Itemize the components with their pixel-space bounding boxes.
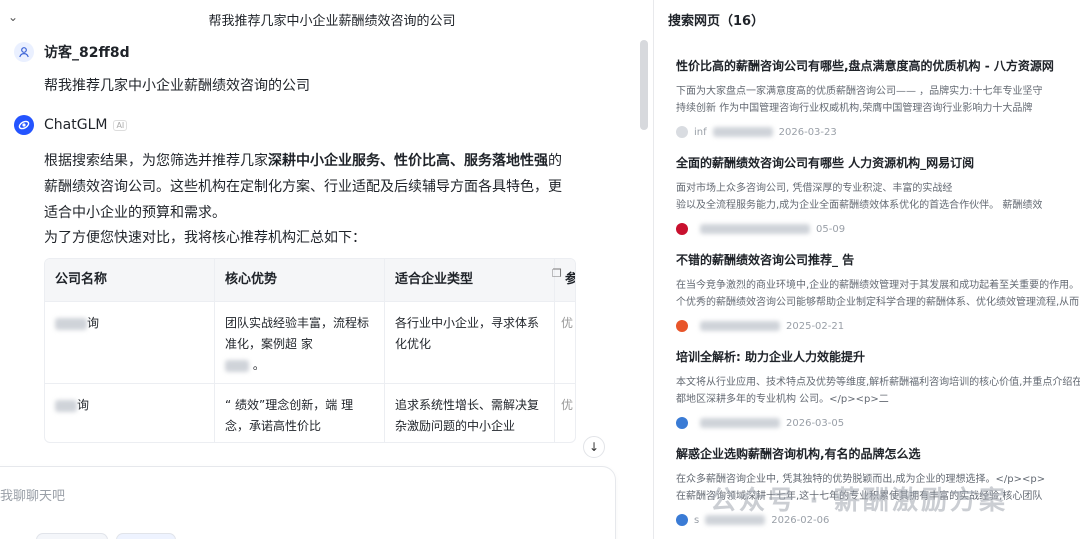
answer-text: 根据搜索结果，为您筛选并推荐几家 (44, 153, 268, 169)
site-favicon-icon (676, 320, 688, 332)
recommendation-table: 公司名称 核心优势 适合企业类型 参 询 团队实战经验丰富，流程标准化，案例超 … (44, 258, 576, 443)
result-date: 05-09 (816, 223, 846, 235)
assistant-message-header: ChatGLM AI (14, 115, 128, 135)
table-row: 询 “ 绩效”理念创新，端 理念，承诺高性价比 追求系统性增长、需解决复杂激励问… (45, 383, 575, 442)
table-row: 询 团队实战经验丰富，流程标准化，案例超 家 。 各行业中小企业，寻求体系化优化… (45, 301, 575, 383)
user-avatar-icon (14, 42, 34, 62)
redacted-text (700, 321, 780, 331)
input-option-chip[interactable] (116, 533, 176, 539)
fit-cell: 追求系统性增长、需解决复杂激励问题的中小企业 (385, 384, 555, 442)
search-result[interactable]: 性价比高的薪酬咨询公司有哪些,盘点满意度高的优质机构 - 八方资源网 下面为大家… (676, 57, 1080, 139)
user-message-header: 访客_82ff8d (14, 42, 130, 62)
chat-scrollbar[interactable] (640, 40, 648, 130)
fit-cell: 各行业中小企业，寻求体系化优化 (385, 302, 555, 383)
result-meta: 05-09 (676, 222, 1080, 236)
result-title[interactable]: 解惑企业选购薪酬咨询机构,有名的品牌怎么选 (676, 445, 1080, 463)
result-title[interactable]: 不错的薪酬绩效咨询公司推荐_ 告 (676, 251, 1080, 269)
site-favicon-icon (676, 126, 688, 138)
redacted-text (712, 127, 773, 137)
result-meta: inf 2026-03-23 (676, 125, 1080, 139)
redacted-text (55, 317, 87, 330)
user-name: 访客_82ff8d (44, 45, 130, 61)
chat-input-placeholder[interactable]: 我聊聊天吧 (0, 485, 65, 504)
result-meta: 2026-03-05 (676, 416, 1080, 430)
result-title[interactable]: 全面的薪酬绩效咨询公司有哪些 人力资源机构_网易订阅 (676, 154, 1080, 172)
column-header: 适合企业类型 (385, 259, 555, 301)
redacted-text (700, 418, 780, 428)
search-result[interactable]: 不错的薪酬绩效咨询公司推荐_ 告 在当今竞争激烈的商业环境中,企业的薪酬绩效管理… (676, 251, 1080, 333)
column-header: 参 (555, 259, 575, 301)
assistant-answer: 根据搜索结果，为您筛选并推荐几家深耕中小企业服务、性价比高、服务落地性强的薪酬绩… (44, 148, 574, 226)
chat-input-box[interactable] (0, 466, 616, 539)
result-snippet: 面对市场上众多咨询公司, 凭借深厚的专业积淀、丰富的实战经 (676, 183, 953, 194)
search-pane: 搜索网页（16） 性价比高的薪酬咨询公司有哪些,盘点满意度高的优质机构 - 八方… (654, 0, 1080, 539)
result-snippet: 持续创新 作为中国管理咨询行业权威机构,荣膺中国管理咨询行业影响力十大品牌 (676, 103, 1033, 114)
redacted-text (700, 224, 810, 234)
result-source: s (694, 514, 700, 526)
user-message: 帮我推荐几家中小企业薪酬绩效咨询的公司 (44, 78, 310, 94)
company-name-cell: 询 (45, 384, 215, 442)
conversation-title: 帮我推荐几家中小企业薪酬绩效咨询的公司 (208, 14, 456, 29)
table-header: 公司名称 核心优势 适合企业类型 参 (45, 259, 575, 301)
search-result[interactable]: 全面的薪酬绩效咨询公司有哪些 人力资源机构_网易订阅 面对市场上众多咨询公司, … (676, 154, 1080, 236)
assistant-name: ChatGLM (44, 117, 108, 133)
column-header: 公司名称 (45, 259, 215, 301)
netease-favicon-icon (676, 223, 688, 235)
redacted-text (225, 359, 249, 372)
extra-cell: 优 (561, 316, 574, 330)
result-title[interactable]: 培训全解析: 助力企业人力效能提升 (676, 348, 1080, 366)
extra-cell: 优 (561, 398, 574, 412)
advantage-cell: 团队实战经验丰富，流程标准化，案例超 家 。 (215, 302, 385, 383)
result-title[interactable]: 性价比高的薪酬咨询公司有哪些,盘点满意度高的优质机构 - 八方资源网 (676, 57, 1080, 75)
answer-highlight: 深耕中小企业服务、性价比高、服务落地性强 (268, 153, 548, 169)
advantage-cell: “ 绩效”理念创新，端 理念，承诺高性价比 (215, 384, 385, 442)
result-snippet: 个优秀的薪酬绩效咨询公司能够帮助企业制定科学合理的薪酬体系、优化绩效管理流程,从… (676, 297, 1080, 308)
arrow-down-icon: ↓ (588, 440, 600, 454)
chatglm-logo-icon (14, 115, 34, 135)
result-snippet: 本文将从行业应用、技术特点及优势等维度,解析薪酬福利咨询培训的核心价值,并重点介… (676, 377, 1080, 388)
scroll-down-button[interactable]: ↓ (583, 436, 605, 458)
input-option-chip[interactable] (36, 533, 108, 539)
copy-icon[interactable]: ❐ (552, 268, 564, 280)
site-favicon-icon (676, 417, 688, 429)
column-header: 核心优势 (215, 259, 385, 301)
chat-pane: ⌄ 帮我推荐几家中小企业薪酬绩效咨询的公司 访客_82ff8d 帮我推荐几家中小… (0, 0, 640, 539)
result-snippet: 都地区深耕多年的专业机构 公司。</p><p>二 (676, 394, 889, 405)
result-date: 2026-03-23 (778, 126, 837, 138)
result-snippet: 下面为大家盘点一家满意度高的优质薪酬咨询公司—— ，品牌实力:十七年专业坚守 (676, 86, 1043, 97)
result-meta: 2025-02-21 (676, 319, 1080, 333)
result-snippet: 验以及全流程服务能力,成为企业全面薪酬绩效体系优化的首选合作伙伴。 薪酬绩效 (676, 200, 1043, 211)
result-date: 2025-02-21 (786, 320, 845, 332)
result-source: inf (694, 126, 707, 138)
summary-lead: 为了方便您快速对比，我将核心推荐机构汇总如下： (44, 230, 366, 246)
result-date: 2026-03-05 (786, 417, 845, 429)
redacted-text (55, 399, 77, 412)
company-name-cell: 询 (45, 302, 215, 383)
search-results-header: 搜索网页（16） (668, 14, 765, 29)
site-favicon-icon (676, 514, 688, 526)
result-snippet: 在当今竞争激烈的商业环境中,企业的薪酬绩效管理对于其发展和成功起着至关重要的作用… (676, 280, 1080, 291)
conversation-header: ⌄ 帮我推荐几家中小企业薪酬绩效咨询的公司 (0, 0, 640, 36)
ai-badge: AI (113, 119, 128, 131)
wechat-watermark: 公众号 · 薪酬激励方案 (710, 486, 1008, 516)
search-result[interactable]: 培训全解析: 助力企业人力效能提升 本文将从行业应用、技术特点及优势等维度,解析… (676, 348, 1080, 430)
